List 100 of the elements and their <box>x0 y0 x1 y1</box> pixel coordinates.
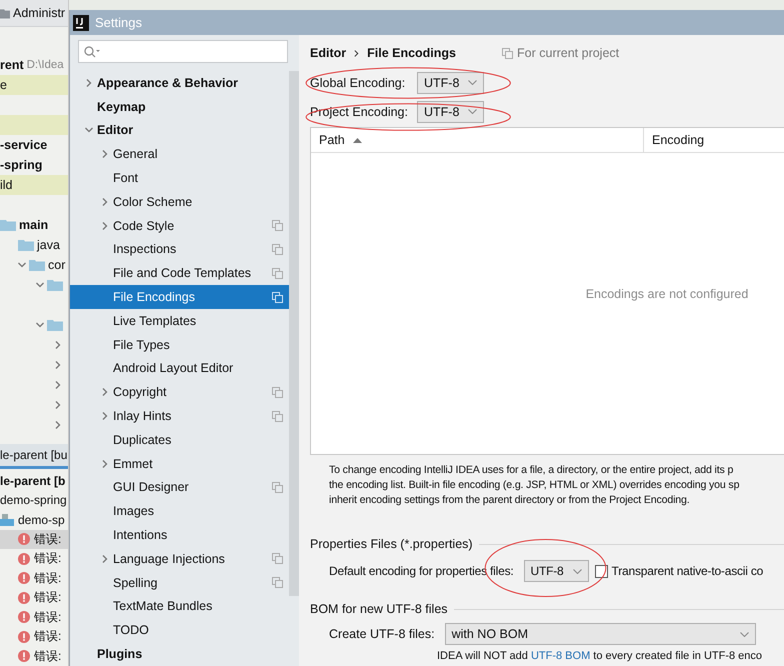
settings-nav-item[interactable]: TODO <box>70 618 289 642</box>
tree-row[interactable]: -spring <box>0 155 68 175</box>
settings-nav-item[interactable]: Code Style <box>70 214 289 238</box>
settings-nav-item[interactable]: File Encodings <box>70 285 289 309</box>
folder-icon <box>18 239 34 251</box>
column-header[interactable]: Path <box>311 128 644 152</box>
build-tree-row[interactable]: 错误: <box>0 530 68 549</box>
breadcrumb-text[interactable]: Administr <box>13 6 66 20</box>
chevron-right-icon[interactable] <box>54 401 62 409</box>
tree-item-label: 错误: <box>34 570 62 587</box>
chevron-down-icon[interactable] <box>18 261 26 269</box>
chevron-down-icon[interactable] <box>36 321 44 329</box>
tree-item-label: rent <box>0 58 24 72</box>
folder-icon <box>0 8 10 18</box>
tree-row[interactable]: main <box>0 215 68 235</box>
encoding-dropdown[interactable]: UTF-8 <box>417 72 484 94</box>
settings-nav-item[interactable]: GUI Designer <box>70 476 289 500</box>
settings-nav-item[interactable]: Editor <box>70 118 289 142</box>
settings-nav-item[interactable]: Spelling <box>70 570 289 595</box>
tree-row[interactable]: -service <box>0 135 68 155</box>
error-icon <box>18 630 30 643</box>
chevron-right-icon[interactable] <box>54 421 62 429</box>
tree-item-label: 错误: <box>34 589 62 606</box>
settings-nav-item[interactable]: Live Templates <box>70 308 289 333</box>
sort-ascending-icon <box>352 138 362 142</box>
chevron-right-icon[interactable] <box>54 361 62 369</box>
error-icon <box>18 533 30 546</box>
chevron-right-icon[interactable] <box>101 388 109 396</box>
tree-row[interactable]: rent D:\Idea <box>0 55 68 75</box>
chevron-right-icon[interactable] <box>101 198 109 206</box>
chevron-right-icon <box>354 50 360 56</box>
build-tree-row[interactable]: 错误: <box>0 549 68 568</box>
settings-nav-item[interactable]: Color Scheme <box>70 190 289 214</box>
settings-nav-item[interactable]: Android Layout Editor <box>70 356 289 380</box>
settings-nav-item[interactable]: Font <box>70 166 289 190</box>
tree-item-label: e <box>0 78 7 92</box>
column-header[interactable]: Encoding <box>644 128 704 152</box>
folder-icon <box>29 259 45 271</box>
description-text: To change encoding IntelliJ IDEA uses for a file, a directory, or the entire project, add its p <box>329 463 734 478</box>
native-to-ascii-checkbox[interactable]: Transparent native-to-ascii co <box>594 564 764 578</box>
settings-nav-item[interactable]: TextMate Bundles <box>70 594 289 618</box>
section-title: BOM for new UTF-8 files <box>310 602 448 616</box>
copy-icon <box>502 48 514 58</box>
settings-nav-item[interactable]: Images <box>70 499 289 524</box>
build-tree-row[interactable]: 错误: <box>0 646 68 666</box>
settings-nav-item[interactable]: Appearance & Behavior <box>70 71 289 95</box>
tree-row[interactable]: java <box>0 235 68 255</box>
chevron-right-icon[interactable] <box>101 460 109 468</box>
error-icon <box>18 572 30 584</box>
scope-note: For current project <box>517 46 620 60</box>
build-tree-row[interactable]: 错误: <box>0 608 68 627</box>
chevron-right-icon[interactable] <box>54 341 62 349</box>
settings-nav-item[interactable]: Inspections <box>70 238 289 262</box>
app-logo-icon <box>73 14 89 30</box>
error-icon <box>18 592 30 604</box>
bom-dropdown[interactable]: with NO BOM <box>444 623 756 645</box>
field-label: Global Encoding: <box>310 76 406 90</box>
chevron-right-icon[interactable] <box>54 381 62 389</box>
chevron-right-icon[interactable] <box>101 412 109 420</box>
build-tree-row[interactable]: 错误: <box>0 568 68 588</box>
settings-nav-item[interactable]: Duplicates <box>70 428 289 452</box>
chevron-down-icon[interactable] <box>85 126 93 134</box>
error-icon <box>18 552 30 565</box>
search-icon <box>84 46 100 58</box>
chevron-down-icon[interactable] <box>36 281 44 289</box>
chevron-right-icon[interactable] <box>101 554 109 563</box>
settings-nav-item[interactable]: Emmet <box>70 452 289 476</box>
settings-nav-item[interactable]: Copyright <box>70 380 289 404</box>
settings-nav-item[interactable]: General <box>70 142 289 166</box>
search-field[interactable] <box>78 40 288 63</box>
build-tree-row[interactable]: 错误: <box>0 627 68 646</box>
encoding-dropdown[interactable]: UTF-8 <box>417 100 484 122</box>
build-tab[interactable]: le-parent [bu <box>0 444 68 469</box>
settings-nav-item[interactable]: Intentions <box>70 523 289 547</box>
settings-nav-item[interactable]: File and Code Templates <box>70 261 289 286</box>
folder-icon <box>0 219 16 231</box>
build-tree-row[interactable]: 错误: <box>0 588 68 608</box>
settings-nav-item[interactable]: Plugins <box>70 642 289 666</box>
module-icon <box>0 514 14 526</box>
error-icon <box>18 611 30 624</box>
tree-row[interactable]: e <box>0 75 68 95</box>
tree-item-label: main <box>19 218 48 232</box>
settings-nav-item[interactable]: Inlay Hints <box>70 404 289 428</box>
build-tree-row[interactable]: demo-sp <box>0 510 68 530</box>
bom-link[interactable]: UTF-8 BOM <box>530 650 590 662</box>
encoding-dropdown[interactable]: UTF-8 <box>524 560 589 582</box>
chevron-right-icon[interactable] <box>101 222 109 230</box>
chevron-right-icon[interactable] <box>85 78 93 87</box>
settings-nav-item[interactable]: Keymap <box>70 94 289 119</box>
tree-item-label: cor <box>48 258 66 272</box>
tree-item-label: demo-sp <box>18 512 65 527</box>
settings-nav-item[interactable]: File Types <box>70 332 289 357</box>
breadcrumb-item: Editor <box>310 46 346 60</box>
section-title: Properties Files (*.properties) <box>310 537 473 551</box>
tree-item-label: java <box>37 238 60 252</box>
description-text: the encoding list. Built-in file encoding (e.g. JSP, HTML or XML) overrides encoding you sp <box>329 478 740 493</box>
settings-nav-item[interactable]: Language Injections <box>70 546 289 571</box>
tree-row[interactable]: cor <box>0 255 68 275</box>
chevron-right-icon[interactable] <box>101 150 109 158</box>
tree-row[interactable]: ild <box>0 175 68 195</box>
